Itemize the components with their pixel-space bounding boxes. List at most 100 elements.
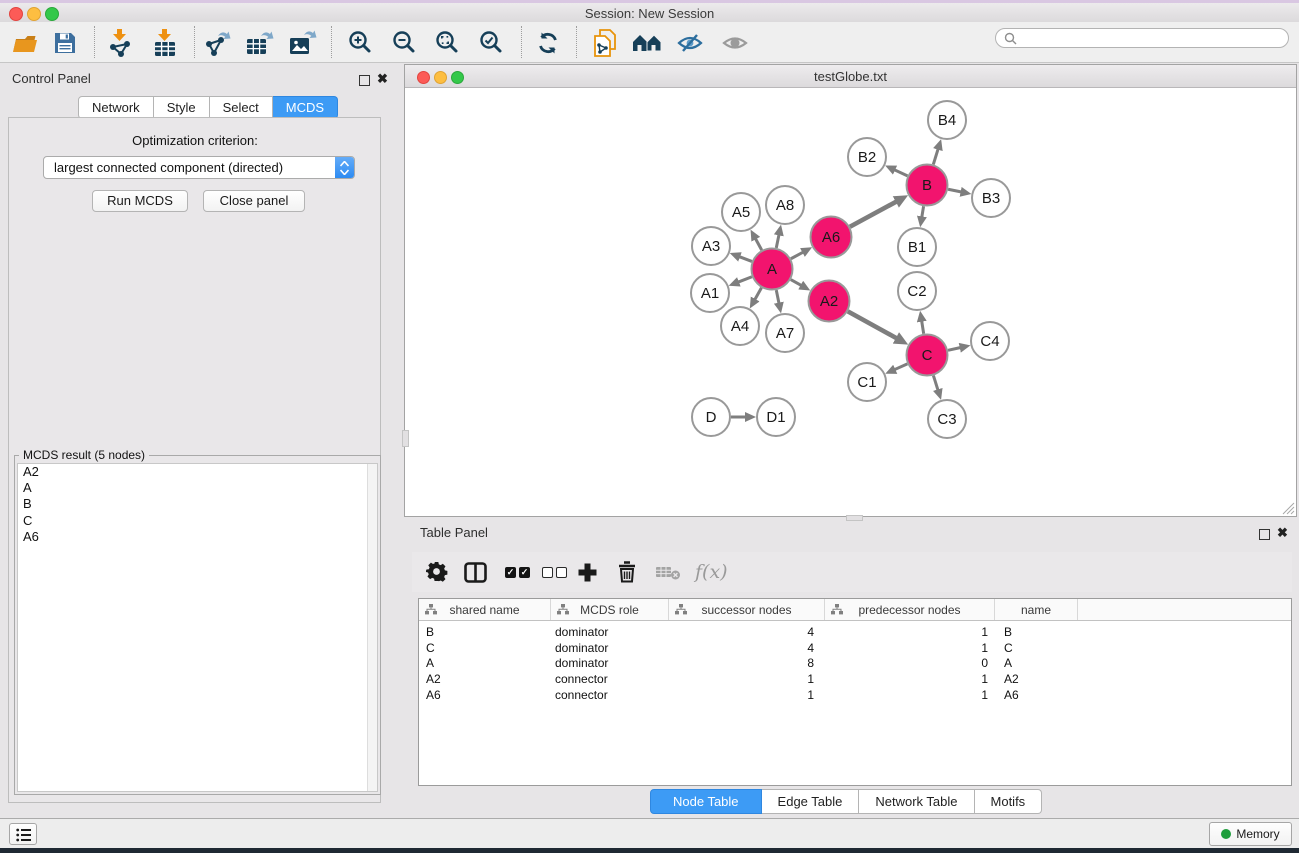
svg-text:A4: A4 bbox=[731, 318, 749, 335]
network-graph[interactable]: B4 B2 B B3 A5 A8 A6 A3 A B1 A1 C2 A2 A4 A7 C4 C C1 C3 D D1 bbox=[405, 88, 1296, 516]
graph-node-A8[interactable]: A8 bbox=[766, 186, 804, 224]
function-builder-icon[interactable]: f(x) bbox=[695, 558, 728, 586]
status-bar: Memory bbox=[0, 818, 1299, 848]
close-panel-button[interactable]: Close panel bbox=[203, 190, 305, 212]
network-document-icon[interactable] bbox=[590, 29, 620, 57]
export-image-icon[interactable] bbox=[288, 29, 318, 57]
houses-icon[interactable] bbox=[632, 29, 662, 57]
tab-select[interactable]: Select bbox=[210, 96, 273, 119]
export-network-icon[interactable] bbox=[203, 29, 233, 57]
search-input[interactable] bbox=[1021, 30, 1288, 46]
column-header-predecessor-nodes[interactable]: predecessor nodes bbox=[825, 599, 995, 620]
tab-mcds[interactable]: MCDS bbox=[273, 96, 338, 119]
deselect-all-icon[interactable] bbox=[542, 558, 570, 586]
graph-node-B4[interactable]: B4 bbox=[928, 101, 966, 139]
run-mcds-button[interactable]: Run MCDS bbox=[92, 190, 188, 212]
network-window-title: testGlobe.txt bbox=[405, 69, 1296, 84]
column-header-successor-nodes[interactable]: successor nodes bbox=[669, 599, 825, 620]
search-field[interactable] bbox=[995, 28, 1289, 48]
column-header-shared-name[interactable]: shared name bbox=[419, 599, 551, 620]
table-row[interactable]: Cdominator41C bbox=[419, 640, 1291, 656]
result-list-item[interactable]: A2 bbox=[18, 464, 377, 480]
graph-node-A[interactable]: A bbox=[752, 249, 793, 290]
zoom-out-icon[interactable] bbox=[390, 29, 420, 57]
add-column-icon[interactable] bbox=[577, 558, 598, 586]
export-table-icon[interactable] bbox=[245, 29, 275, 57]
graph-node-B[interactable]: B bbox=[907, 165, 948, 206]
graph-node-D[interactable]: D bbox=[692, 398, 730, 436]
select-all-icon[interactable]: ✓✓ bbox=[505, 558, 533, 586]
memory-label: Memory bbox=[1236, 827, 1279, 841]
memory-button[interactable]: Memory bbox=[1209, 822, 1292, 846]
node-table[interactable]: shared name MCDS role successor nodes pr… bbox=[418, 598, 1292, 786]
result-list-item[interactable]: C bbox=[18, 513, 377, 529]
column-header-mcds-role[interactable]: MCDS role bbox=[551, 599, 669, 620]
criterion-dropdown[interactable]: largest connected component (directed) bbox=[43, 156, 355, 179]
network-window-title-bar[interactable]: testGlobe.txt bbox=[405, 65, 1296, 88]
graph-node-A3[interactable]: A3 bbox=[692, 227, 730, 265]
column-header-name[interactable]: name bbox=[995, 599, 1078, 620]
split-view-icon[interactable] bbox=[464, 558, 487, 586]
graph-node-B2[interactable]: B2 bbox=[848, 138, 886, 176]
graph-node-A4[interactable]: A4 bbox=[721, 307, 759, 345]
table-row[interactable]: A2connector11A2 bbox=[419, 671, 1291, 687]
svg-text:A8: A8 bbox=[776, 197, 794, 214]
result-list-item[interactable]: A6 bbox=[18, 529, 377, 545]
graph-node-B3[interactable]: B3 bbox=[972, 179, 1010, 217]
graph-node-C1[interactable]: C1 bbox=[848, 363, 886, 401]
eye-icon[interactable] bbox=[720, 29, 750, 57]
tab-network-table[interactable]: Network Table bbox=[859, 789, 974, 814]
graph-node-A5[interactable]: A5 bbox=[722, 193, 760, 231]
float-panel-icon[interactable] bbox=[359, 73, 370, 91]
vertical-splitter-handle[interactable] bbox=[402, 430, 409, 447]
tab-network[interactable]: Network bbox=[78, 96, 154, 119]
graph-node-A6[interactable]: A6 bbox=[811, 217, 852, 258]
table-row[interactable]: Adominator80A bbox=[419, 656, 1291, 672]
delete-table-icon[interactable] bbox=[655, 558, 681, 586]
task-history-button[interactable] bbox=[9, 823, 37, 845]
table-row[interactable]: Bdominator41B bbox=[419, 624, 1291, 640]
graph-node-A7[interactable]: A7 bbox=[766, 314, 804, 352]
tab-edge-table[interactable]: Edge Table bbox=[762, 789, 860, 814]
tab-style[interactable]: Style bbox=[154, 96, 210, 119]
zoom-in-icon[interactable] bbox=[346, 29, 376, 57]
graph-node-A2[interactable]: A2 bbox=[809, 281, 850, 322]
settings-gear-icon[interactable] bbox=[426, 558, 448, 586]
resize-grip-icon[interactable] bbox=[1282, 502, 1295, 515]
refresh-view-icon[interactable] bbox=[533, 29, 563, 57]
tab-node-table[interactable]: Node Table bbox=[650, 789, 762, 814]
zoom-selected-icon[interactable] bbox=[477, 29, 507, 57]
network-view-window[interactable]: testGlobe.txt B4 B2 B B3 A5 A8 A6 A3 A B1 A1 C2 A2 A4… bbox=[404, 64, 1297, 517]
graph-node-C[interactable]: C bbox=[907, 335, 948, 376]
import-network-icon[interactable] bbox=[105, 29, 135, 57]
hierarchy-icon bbox=[675, 604, 687, 615]
graph-node-C4[interactable]: C4 bbox=[971, 322, 1009, 360]
graph-node-C2[interactable]: C2 bbox=[898, 272, 936, 310]
table-close-panel-icon[interactable]: ✖ bbox=[1277, 525, 1288, 541]
node-table-body[interactable]: Bdominator41BCdominator41CAdominator80AA… bbox=[419, 621, 1291, 703]
result-list-item[interactable]: A bbox=[18, 480, 377, 496]
horizontal-splitter-handle[interactable] bbox=[846, 515, 863, 521]
zoom-fit-icon[interactable] bbox=[433, 29, 463, 57]
save-session-icon[interactable] bbox=[50, 29, 80, 57]
svg-text:A7: A7 bbox=[776, 325, 794, 342]
delete-column-trash-icon[interactable] bbox=[617, 558, 637, 586]
mcds-result-list[interactable]: A2ABCA6 bbox=[17, 463, 378, 792]
table-float-panel-icon[interactable] bbox=[1259, 527, 1270, 545]
tab-motifs[interactable]: Motifs bbox=[975, 789, 1043, 814]
graph-node-C3[interactable]: C3 bbox=[928, 400, 966, 438]
result-list-scrollbar[interactable] bbox=[367, 464, 377, 791]
graph-node-A1[interactable]: A1 bbox=[691, 274, 729, 312]
open-session-icon[interactable] bbox=[10, 29, 40, 57]
toolbar-separator bbox=[331, 26, 332, 58]
result-list-item[interactable]: B bbox=[18, 496, 377, 512]
table-tabs: Node Table Edge Table Network Table Moti… bbox=[650, 789, 1042, 814]
hide-eye-icon[interactable] bbox=[675, 29, 705, 57]
table-row[interactable]: A6connector11A6 bbox=[419, 687, 1291, 703]
import-table-icon[interactable] bbox=[150, 29, 180, 57]
graph-node-D1[interactable]: D1 bbox=[757, 398, 795, 436]
graph-node-B1[interactable]: B1 bbox=[898, 228, 936, 266]
close-panel-icon[interactable]: ✖ bbox=[377, 71, 388, 87]
svg-text:B4: B4 bbox=[938, 112, 956, 129]
mcds-result-title: MCDS result (5 nodes) bbox=[19, 448, 149, 462]
